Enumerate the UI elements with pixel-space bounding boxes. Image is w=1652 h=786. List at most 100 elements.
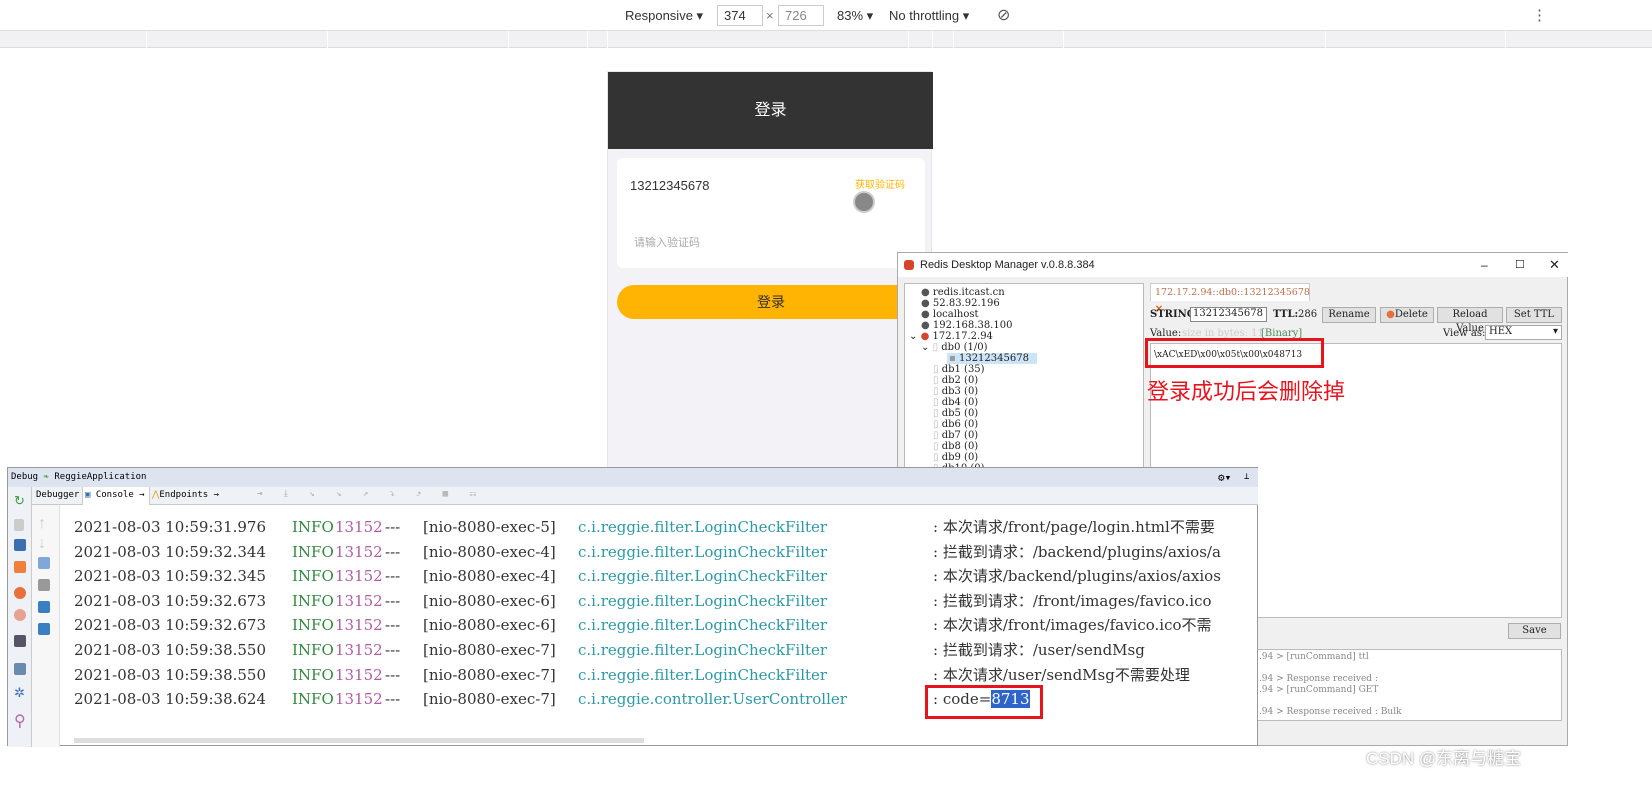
timestamp: 2021-08-03 10:59:31.976 [74,518,267,536]
clear-icon[interactable] [38,623,50,635]
rename-button[interactable]: Rename [1322,307,1376,323]
height-input[interactable]: 726 [778,5,824,26]
minimize-button[interactable]: – [1481,253,1488,277]
rerun-icon[interactable]: ↻ [14,493,26,508]
database-icon: ▯ [933,408,939,419]
delete-label: Delete [1394,309,1428,320]
settings-icon[interactable]: ✲ [14,685,26,700]
resume-icon[interactable] [14,519,24,531]
tree-connection[interactable]: ● 192.168.38.100 [921,320,1012,331]
tree-db[interactable]: ▯ db7 (0) [933,430,978,441]
server-icon: ● [920,331,930,342]
log-level: INFO [292,690,334,709]
page-title: 登录 [608,72,933,149]
message: : 本次请求/front/images/favico.ico不需 [933,613,1212,637]
endpoints-label: Endpoints [159,490,209,500]
tree-db[interactable]: ▯ db6 (0) [933,419,978,430]
db-label: db5 (0) [941,408,979,419]
pause-icon[interactable] [14,539,26,551]
camera-icon[interactable] [14,635,26,647]
phone-input[interactable]: 13212345678 [630,178,710,193]
tab-key[interactable]: 172.17.2.94::db0::13212345678 ✕ [1150,283,1310,315]
database-icon: ▯ [933,419,939,430]
print-icon[interactable] [38,601,50,613]
highlight-box [1145,338,1324,368]
hide-icon[interactable]: ⊥ [1244,468,1249,487]
view-as-select[interactable]: HEX ▾ [1485,325,1562,340]
maximize-button[interactable]: ☐ [1515,253,1525,277]
throttling-select[interactable]: No throttling ▾ [889,8,969,24]
delete-icon: ● [1386,309,1395,320]
debug-tabs: Debugger ▣ Console → ⋀Endpoints → ⇥ ⤓ ↘ … [32,487,1258,505]
console-side-toolbar: ↑ ↓ [32,505,60,747]
mute-breakpoints-icon[interactable] [14,609,26,621]
tree-db[interactable]: ▯ db3 (0) [933,386,978,397]
logger: c.i.reggie.filter.LoginCheckFilter [578,567,828,586]
tree-db[interactable]: ▯ db9 (0) [933,452,978,463]
code-input[interactable]: 请输入验证码 [634,234,700,250]
database-icon: ▯ [933,452,939,463]
delete-button[interactable]: ●Delete [1380,307,1434,323]
tree-connection[interactable]: ● localhost [921,309,979,320]
tree-db[interactable]: ▯ db8 (0) [933,441,978,452]
connection-label: 192.168.38.100 [932,320,1013,331]
separator: --- [385,567,401,586]
close-button[interactable]: ✕ [1549,253,1560,277]
throttling-label: No throttling [889,8,960,23]
message-text: : 拦截到请求：/backend/plugins/axios/a [933,542,1221,561]
tree-db[interactable]: ▯ db4 (0) [933,397,978,408]
tree-connection[interactable]: ● 52.83.92.196 [921,298,1000,309]
save-button[interactable]: Save [1508,623,1561,639]
device-select[interactable]: Responsive ▾ [625,8,703,24]
layout-icon[interactable] [14,663,26,675]
stop-icon[interactable] [14,561,26,573]
tree-connection[interactable]: ● redis.itcast.cn [921,287,1005,298]
tree-db[interactable]: ▯ db2 (0) [933,375,978,386]
separator: --- [385,518,401,536]
database-icon: ▯ [933,430,939,441]
separator: --- [385,665,401,684]
message: : 本次请求/user/sendMsg不需要处理 [933,663,1190,687]
server-icon: ● [921,320,930,331]
tab-endpoints[interactable]: ⋀Endpoints → [152,490,219,500]
step-toolbar[interactable]: ⇥ ⤓ ↘ ↘ ↗ ⤵ ⤴ ▦ ☷ [257,489,484,499]
tab-console[interactable]: ▣ Console → [82,487,150,505]
message: : 拦截到请求：/front/images/favico.ico [933,589,1212,613]
tree-db[interactable]: ▯ db5 (0) [933,408,978,419]
zoom-select[interactable]: 83% ▾ [837,8,873,24]
login-button[interactable]: 登录 [617,285,925,319]
down-icon[interactable]: ↓ [38,535,50,552]
thread: [nio-8080-exec-4] [423,542,556,561]
tree-db[interactable]: ▯ db1 (35) [933,364,985,375]
rotate-icon[interactable]: ⊘ [997,5,1010,25]
key-name-input[interactable]: 13212345678 [1190,307,1267,322]
up-icon[interactable]: ↑ [38,515,50,532]
tab-label: 172.17.2.94::db0::13212345678 [1155,287,1310,298]
get-code-link[interactable]: 获取验证码 [855,176,905,191]
tree-connection[interactable]: ⌄ ● 172.17.2.94 [909,331,993,342]
pin-icon[interactable]: ⚲ [14,711,26,730]
window-title: Redis Desktop Manager v.0.8.8.384 [920,259,1095,271]
separator: --- [385,542,401,561]
more-icon[interactable]: ⋮ [1532,6,1547,24]
thread: [nio-8080-exec-5] [423,518,556,536]
logger: c.i.reggie.filter.LoginCheckFilter [578,518,828,536]
scroll-end-icon[interactable] [38,579,50,591]
reload-value-button[interactable]: Reload Value [1437,307,1503,334]
horizontal-scrollbar[interactable] [74,738,644,743]
set-ttl-button[interactable]: Set TTL [1506,307,1562,323]
message-text: : 本次请求/front/page/login.html不需要 [933,518,1215,536]
tab-debugger[interactable]: Debugger [36,490,79,500]
view-as-label: View as: [1443,328,1486,339]
soft-wrap-icon[interactable] [38,557,50,569]
width-input[interactable]: 374 [717,5,763,26]
connection-tree: ● redis.itcast.cn ● 52.83.92.196 ● localho… [904,283,1144,469]
database-icon: ▯ [933,375,939,386]
tree-key-selected[interactable]: ▪ 13212345678 [947,353,1037,364]
gear-icon[interactable]: ⚙▾ [1218,468,1231,487]
message-text: : 本次请求/backend/plugins/axios/axios [933,567,1221,586]
breakpoints-icon[interactable] [14,587,26,599]
db-label: db2 (0) [941,375,979,386]
tree-db[interactable]: ⌄ ▯ db0 (1/0) [921,342,988,353]
log-level: INFO [292,567,334,586]
